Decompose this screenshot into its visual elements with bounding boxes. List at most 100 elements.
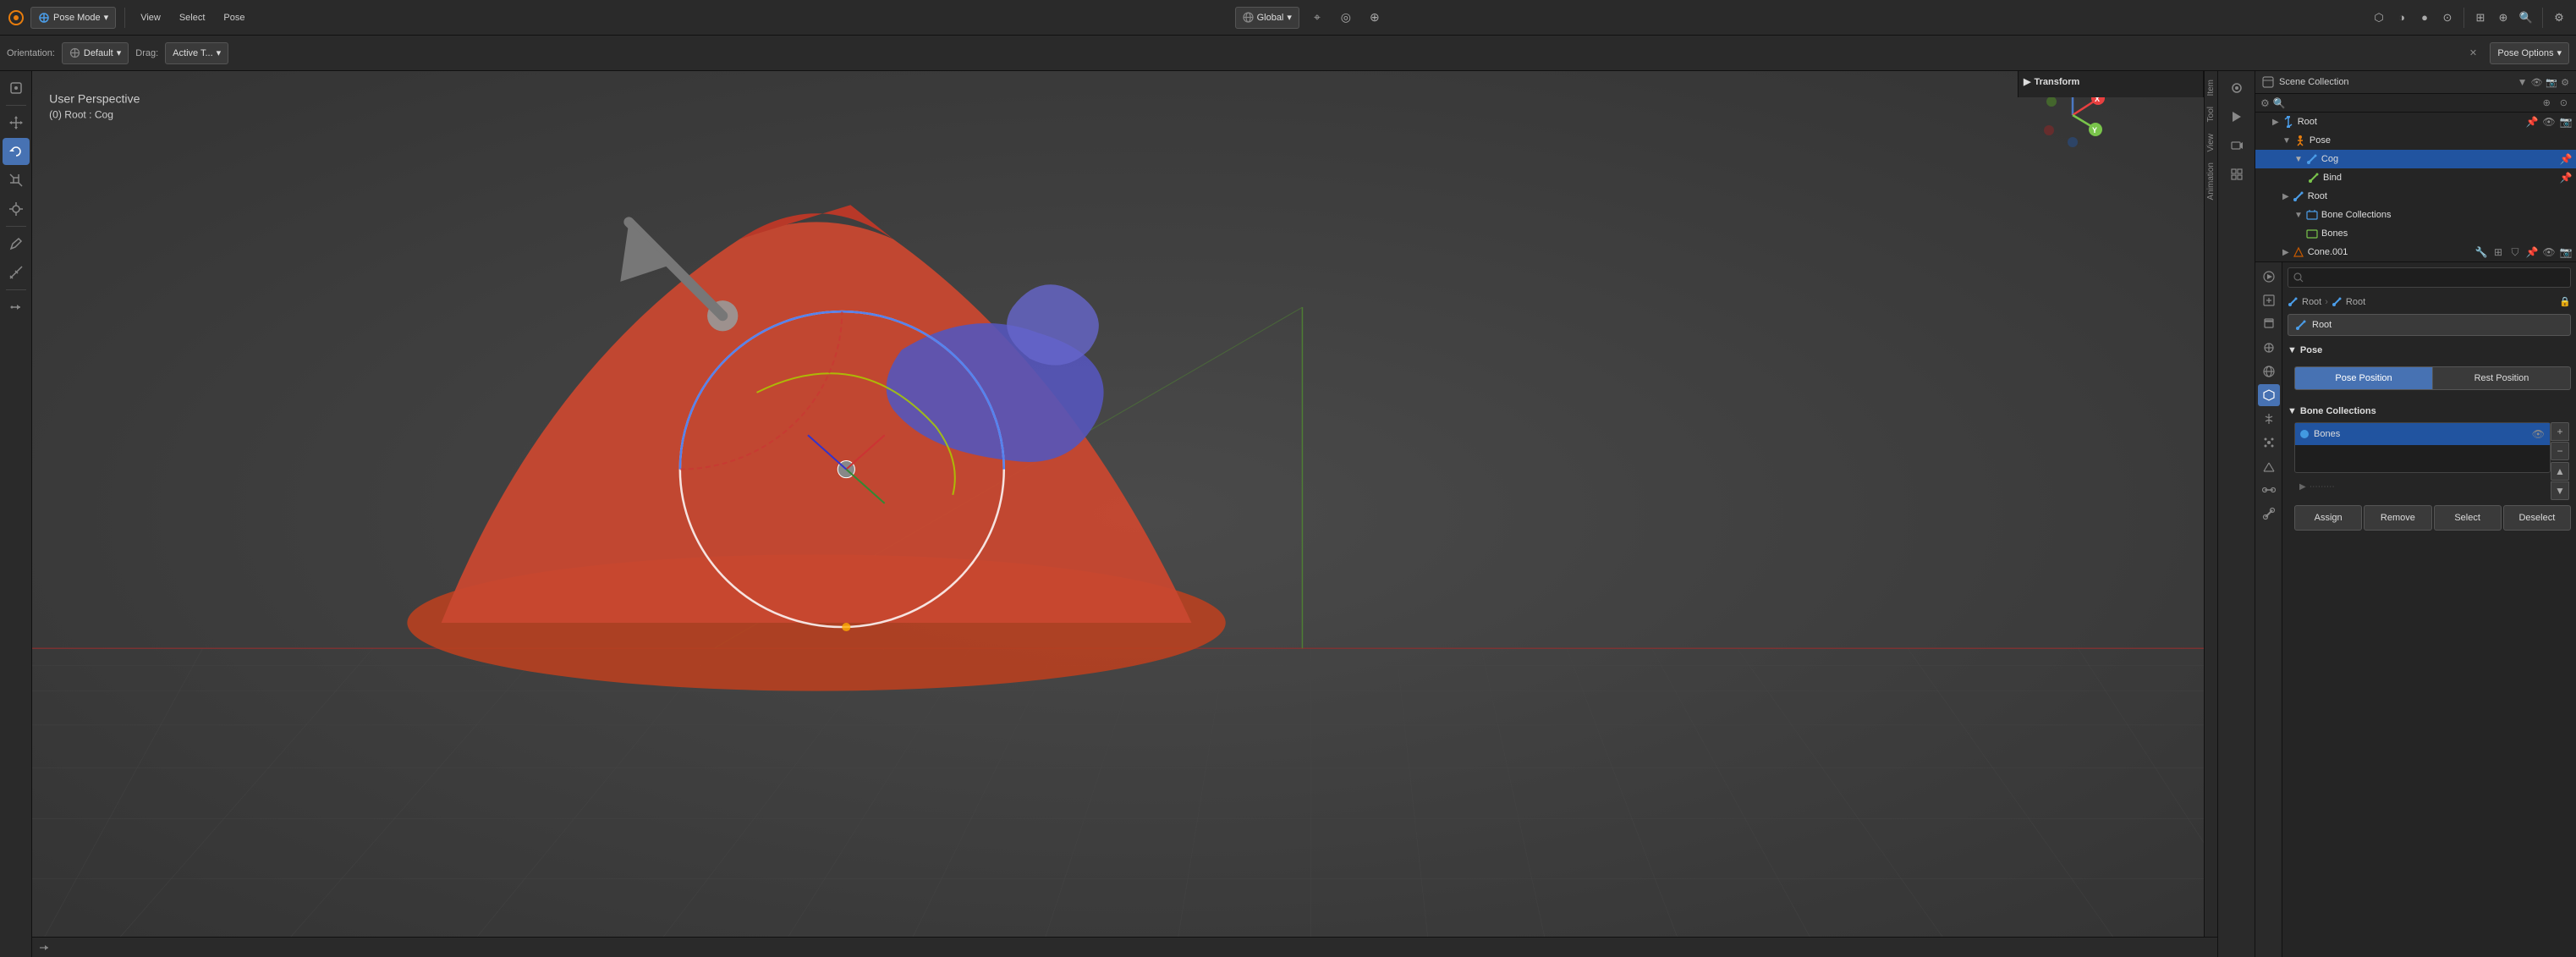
pose-menu[interactable]: Pose xyxy=(217,7,251,29)
x-mirror-icon[interactable]: ✕ xyxy=(2463,43,2483,63)
outliner-row-root-bone[interactable]: ▶ Root xyxy=(2255,187,2576,206)
prop-constraints-btn[interactable] xyxy=(2258,479,2280,501)
outliner-row-cone[interactable]: ▶ Cone.001 🔧 ⊞ ⛉ 📌 👁 📷 xyxy=(2255,243,2576,261)
global-dropdown[interactable]: Global ▾ xyxy=(1235,7,1299,29)
bc-move-up-btn[interactable]: ▲ xyxy=(2551,462,2569,481)
modifier-icon-cone[interactable]: 🔧 xyxy=(2474,245,2488,259)
bc-assign-btn[interactable]: Assign xyxy=(2294,505,2362,531)
bc-remove-btn[interactable]: − xyxy=(2551,442,2569,460)
prop-render-btn[interactable] xyxy=(2258,266,2280,288)
viewport-mode1-icon[interactable]: ⬡ xyxy=(2369,8,2389,28)
proportional-type-btn[interactable]: ⊕ xyxy=(1364,7,1386,29)
eye-icon-header[interactable]: 👁 xyxy=(2530,77,2542,88)
viewport-grid-btn[interactable] xyxy=(2223,161,2250,188)
bc-remove-btn-action[interactable]: Remove xyxy=(2364,505,2431,531)
outliner-row-bind[interactable]: Bind 📌 xyxy=(2255,168,2576,187)
n-tab-item[interactable]: Item xyxy=(2205,74,2217,101)
eye-icon-cone[interactable]: 👁 xyxy=(2542,245,2556,259)
render-toggle-header[interactable]: 📷 xyxy=(2546,77,2557,88)
outliner-filter2[interactable]: ⊙ xyxy=(2557,96,2571,109)
prop-particles-btn[interactable] xyxy=(2258,432,2280,454)
annotate-tool-btn[interactable] xyxy=(3,230,30,257)
prop-search-input[interactable] xyxy=(2307,272,2565,283)
render-icon-cone[interactable]: 📷 xyxy=(2559,245,2573,259)
view-overlay-icon[interactable]: ⊞ xyxy=(2470,8,2491,28)
outliner-row-cog[interactable]: ▼ Cog 📌 xyxy=(2255,150,2576,168)
bone-collection-item-bones[interactable]: Bones 👁 xyxy=(2295,423,2550,445)
bone-collections-header[interactable]: ▼ Bone Collections xyxy=(2288,404,2571,419)
vgroups-icon-cone[interactable]: ⊞ xyxy=(2491,245,2505,259)
outliner-row-root-armature[interactable]: ▶ Root 📌 👁 📷 xyxy=(2255,113,2576,131)
pose-expand-arrow: ▼ xyxy=(2288,345,2297,355)
measure-tool-btn[interactable] xyxy=(3,259,30,286)
search-icon xyxy=(2293,272,2304,283)
settings-icon-header[interactable]: ⚙ xyxy=(2561,77,2569,88)
object-mode-icon-btn[interactable] xyxy=(3,74,30,102)
bc-add-btn[interactable]: + xyxy=(2551,422,2569,441)
editor-type-icon[interactable]: ⚙ xyxy=(2549,8,2569,28)
viewport-view-btn[interactable] xyxy=(2223,74,2250,102)
prop-output-btn[interactable] xyxy=(2258,289,2280,311)
pin-icon-bind[interactable]: 📌 xyxy=(2559,171,2573,184)
viewport[interactable]: User Perspective (0) Root : Cog Z X Y xyxy=(32,71,2255,957)
scale-tool-btn[interactable] xyxy=(3,167,30,194)
pin-icon-cone[interactable]: 📌 xyxy=(2525,245,2539,259)
proportional-btn[interactable]: ◎ xyxy=(1335,7,1357,29)
filter-search-icon[interactable]: 🔍 xyxy=(2273,97,2286,109)
bones-collection-icon xyxy=(2306,228,2318,239)
n-tab-tool[interactable]: Tool xyxy=(2205,102,2217,127)
render-icon-root[interactable]: 📷 xyxy=(2559,115,2573,129)
rest-position-btn[interactable]: Rest Position xyxy=(2433,366,2571,390)
prop-physics-btn[interactable] xyxy=(2258,455,2280,477)
bc-eye-icon[interactable]: 👁 xyxy=(2532,428,2545,440)
transform-tool-btn[interactable] xyxy=(3,195,30,223)
filter-sort-icon[interactable]: ⚙ xyxy=(2260,97,2270,109)
outliner-row-pose[interactable]: ▼ Pose xyxy=(2255,131,2576,150)
rotate-tool-btn[interactable] xyxy=(3,138,30,165)
viewport-mode3-icon[interactable]: ● xyxy=(2414,8,2435,28)
view-gizmo-icon[interactable]: ⊕ xyxy=(2493,8,2513,28)
viewport-mode2-icon[interactable]: ◑ xyxy=(2392,8,2412,28)
move-tool-btn[interactable] xyxy=(3,109,30,136)
viewport-camera-btn[interactable] xyxy=(2223,132,2250,159)
orientation-chevron: ▾ xyxy=(117,47,122,58)
outliner-row-bones[interactable]: Bones xyxy=(2255,224,2576,243)
snap-magnet-btn[interactable]: ⌖ xyxy=(1306,7,1328,29)
mode-dropdown[interactable]: Pose Mode ▾ xyxy=(30,7,116,29)
n-tab-view[interactable]: View xyxy=(2205,129,2217,157)
blender-icon[interactable] xyxy=(7,8,25,27)
pose-position-btn[interactable]: Pose Position xyxy=(2294,366,2433,390)
bc-select-btn[interactable]: Select xyxy=(2434,505,2502,531)
outliner-label-bind: Bind xyxy=(2323,173,2556,183)
prop-view-layer-btn[interactable] xyxy=(2258,313,2280,335)
active-t-dropdown[interactable]: Active T... ▾ xyxy=(165,42,228,64)
eye-icon-root[interactable]: 👁 xyxy=(2542,115,2556,129)
left-toolbar xyxy=(0,71,32,957)
extra-tool-btn[interactable] xyxy=(3,294,30,321)
pose-section-header[interactable]: ▼ Pose xyxy=(2288,343,2571,358)
n-tab-animation[interactable]: Animation xyxy=(2205,157,2217,205)
bc-move-down-btn[interactable]: ▼ xyxy=(2551,481,2569,500)
prop-modifier-btn[interactable] xyxy=(2258,408,2280,430)
prop-scene-btn[interactable] xyxy=(2258,337,2280,359)
prop-bone-btn[interactable] xyxy=(2258,503,2280,525)
view-menu[interactable]: View xyxy=(134,7,168,29)
bc-deselect-btn[interactable]: Deselect xyxy=(2503,505,2571,531)
filter-icon-cone[interactable]: ⛉ xyxy=(2508,245,2522,259)
prop-object-btn[interactable] xyxy=(2258,384,2280,406)
viewport-render-btn[interactable] xyxy=(2223,103,2250,130)
pin-icon-cog[interactable]: 📌 xyxy=(2559,152,2573,166)
view-options-icon[interactable]: 🔍 xyxy=(2516,8,2536,28)
outliner-row-bone-collections[interactable]: ▼ Bone Collections xyxy=(2255,206,2576,224)
pin-icon-root[interactable]: 📌 xyxy=(2525,115,2539,129)
bc-scroll-area[interactable]: ▶ ⋯⋯⋯ xyxy=(2294,478,2551,495)
pose-options-btn[interactable]: Pose Options ▾ xyxy=(2490,42,2569,64)
viewport-mode4-icon[interactable]: ⊙ xyxy=(2437,8,2458,28)
orientation-dropdown[interactable]: Default ▾ xyxy=(62,42,129,64)
mesh-icon xyxy=(2293,246,2304,258)
breadcrumb-lock[interactable]: 🔒 xyxy=(2559,296,2571,307)
filter-icon[interactable]: ▼ xyxy=(2518,76,2528,88)
select-menu[interactable]: Select xyxy=(173,7,212,29)
outliner-filter1[interactable]: ⊕ xyxy=(2540,96,2554,109)
prop-world-btn[interactable] xyxy=(2258,360,2280,382)
